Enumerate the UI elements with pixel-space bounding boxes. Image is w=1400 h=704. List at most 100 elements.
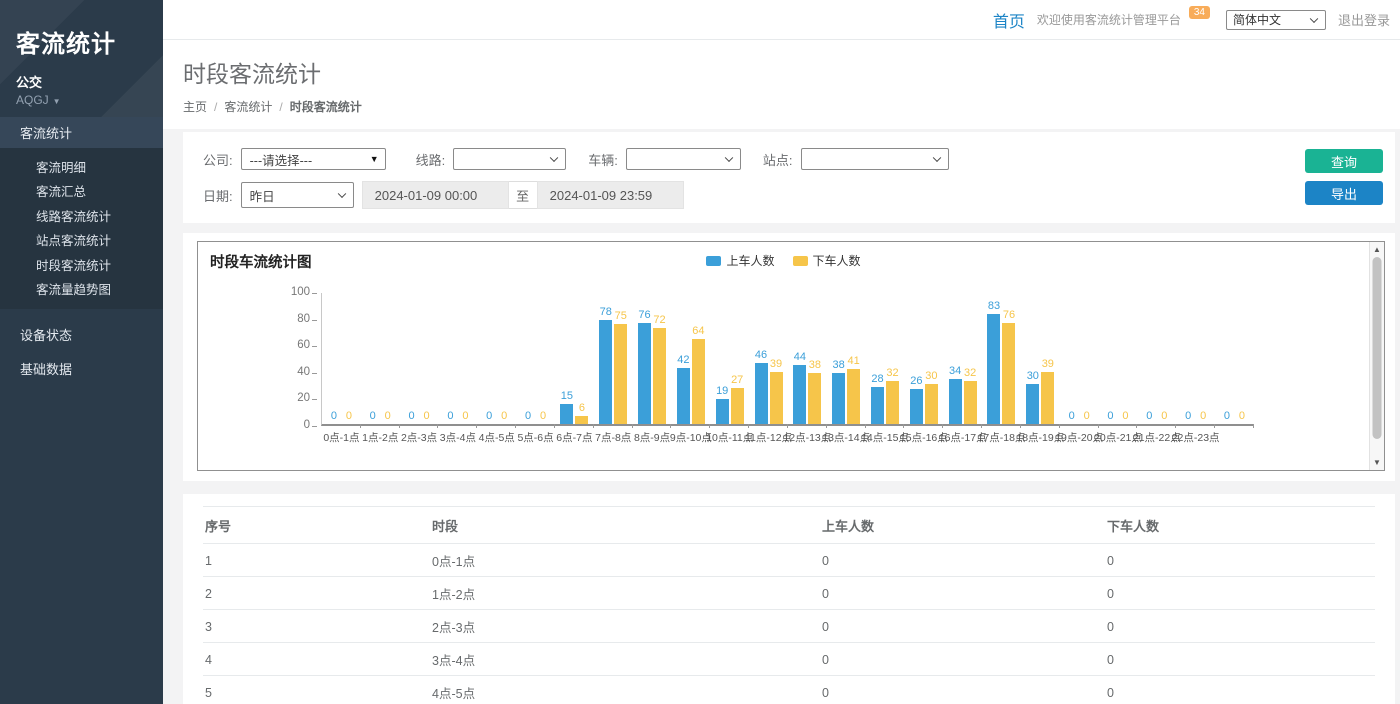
bar-group: 0022点-23点 (1176, 293, 1215, 424)
user-name: AQGJ (16, 93, 49, 107)
table-cell: 0 (1105, 643, 1375, 676)
language-select[interactable]: 简体中文 (1226, 10, 1326, 30)
bar-value-label: 38 (833, 359, 845, 371)
bar: 32 (886, 381, 899, 424)
export-button[interactable]: 导出 (1305, 181, 1383, 205)
bar-value-label: 0 (409, 410, 415, 422)
breadcrumb-home[interactable]: 主页 (183, 98, 207, 115)
sidebar-item-device-status[interactable]: 设备状态 (0, 317, 163, 351)
bar-group: 303918点-19点 (1021, 293, 1060, 424)
bar-value-label: 76 (1003, 309, 1015, 321)
table-cell: 3 (203, 610, 430, 643)
chevron-down-icon (337, 190, 345, 198)
chevron-down-icon (1310, 14, 1318, 22)
bar-value-label: 0 (1239, 410, 1245, 422)
bar-value-label: 0 (1200, 410, 1206, 422)
user-menu[interactable]: AQGJ▼ (16, 93, 149, 107)
bar-group: 003点-4点 (438, 293, 477, 424)
sidebar-subitem[interactable]: 线路客流统计 (0, 203, 163, 228)
sidebar-item-passenger-stats[interactable]: 客流统计 (0, 117, 163, 148)
company-value: ---请选择--- (250, 150, 312, 169)
scroll-down-icon[interactable]: ▼ (1373, 458, 1381, 467)
bar-group: 384113点-14点 (827, 293, 866, 424)
table-panel: 序号时段上车人数下车人数 10点-1点0021点-2点0032点-3点0043点… (183, 494, 1395, 704)
chart-panel: 时段车流统计图 上车人数下车人数 000点-1点001点-2点002点-3点00… (183, 233, 1395, 481)
start-datetime-input[interactable]: 2024-01-09 00:00 (362, 181, 509, 209)
sidebar-subitem[interactable]: 客流量趋势图 (0, 277, 163, 302)
bar-value-label: 0 (447, 410, 453, 422)
sidebar-item-base-data[interactable]: 基础数据 (0, 351, 163, 385)
scrollbar-thumb[interactable] (1373, 257, 1382, 439)
bar-group: 0023点-24点 (1215, 293, 1254, 424)
scroll-up-icon[interactable]: ▲ (1373, 245, 1381, 254)
table-row: 32点-3点00 (203, 610, 1375, 643)
table-cell: 2点-3点 (430, 610, 820, 643)
table-row: 54点-5点00 (203, 676, 1375, 704)
x-axis-label: 1点-2点 (362, 430, 398, 445)
bar-value-label: 0 (501, 410, 507, 422)
legend-label: 下车人数 (813, 252, 861, 269)
date-range-select[interactable]: 昨日 (241, 182, 354, 208)
sidebar-nav: 客流统计 客流明细客流汇总线路客流统计站点客流统计时段客流统计客流量趋势图 设备… (0, 117, 163, 385)
y-axis-label: 80 (198, 313, 310, 325)
bar-value-label: 42 (677, 354, 689, 366)
table-header-cell: 下车人数 (1105, 507, 1375, 544)
submenu: 客流明细客流汇总线路客流统计站点客流统计时段客流统计客流量趋势图 (0, 148, 163, 309)
x-axis-label: 5点-6点 (517, 430, 553, 445)
table-cell: 0 (1105, 544, 1375, 577)
station-select[interactable] (801, 148, 949, 170)
logout-link[interactable]: 退出登录 (1338, 10, 1390, 29)
bar-value-label: 46 (755, 349, 767, 361)
bar-value-label: 78 (600, 306, 612, 318)
bar: 83 (987, 314, 1000, 424)
bar-value-label: 27 (731, 374, 743, 386)
bar-value-label: 26 (910, 375, 922, 387)
bar-group: 443812点-13点 (788, 293, 827, 424)
sidebar-logo-area: 客流统计 公交 AQGJ▼ (0, 0, 163, 117)
page-heading: 时段客流统计 主页 / 客流统计 / 时段客流统计 (163, 40, 1400, 129)
bar-group: 192710点-11点 (710, 293, 749, 424)
sidebar: 客流统计 公交 AQGJ▼ 客流统计 客流明细客流汇总线路客流统计站点客流统计时… (0, 0, 163, 704)
welcome-text: 欢迎使用客流统计管理平台 (1037, 11, 1181, 28)
y-axis-label: 60 (198, 339, 310, 351)
table-cell: 0 (820, 610, 1105, 643)
sidebar-subitem[interactable]: 客流明细 (0, 154, 163, 179)
line-select[interactable] (453, 148, 566, 170)
notification-badge[interactable]: 34 (1189, 6, 1210, 19)
line-label: 线路: (416, 150, 446, 169)
bar-group: 005点-6点 (516, 293, 555, 424)
chevron-down-icon (550, 154, 558, 162)
vehicle-select[interactable] (626, 148, 741, 170)
bar: 39 (770, 372, 783, 424)
bar-group: 343216点-17点 (943, 293, 982, 424)
sidebar-subitem[interactable]: 时段客流统计 (0, 252, 163, 277)
chart-scrollbar[interactable]: ▲ ▼ (1369, 242, 1384, 470)
bar-group: 78757点-8点 (594, 293, 633, 424)
legend-item[interactable]: 下车人数 (793, 252, 861, 269)
bar-value-label: 28 (871, 373, 883, 385)
bar-value-label: 44 (794, 351, 806, 363)
caret-down-icon: ▼ (370, 154, 379, 164)
bar-value-label: 0 (1185, 410, 1191, 422)
table-cell: 0 (820, 577, 1105, 610)
bar: 78 (599, 320, 612, 424)
bar-value-label: 0 (1107, 410, 1113, 422)
bar-group: 002点-3点 (400, 293, 439, 424)
table-cell: 2 (203, 577, 430, 610)
sidebar-section-label: 客流统计 (20, 123, 72, 142)
content: 公司: ---请选择--- ▼ 线路: 车辆: 站点: (163, 129, 1400, 704)
bar-value-label: 0 (1122, 410, 1128, 422)
bar-value-label: 30 (925, 370, 937, 382)
legend-swatch (706, 256, 721, 266)
sidebar-subitem[interactable]: 站点客流统计 (0, 228, 163, 253)
company-select[interactable]: ---请选择--- ▼ (241, 148, 386, 170)
legend-item[interactable]: 上车人数 (706, 252, 774, 269)
sidebar-subitem[interactable]: 客流汇总 (0, 179, 163, 204)
query-button[interactable]: 查询 (1305, 149, 1383, 173)
home-link[interactable]: 首页 (993, 8, 1025, 32)
vehicle-label: 车辆: (588, 150, 618, 169)
breadcrumb-section[interactable]: 客流统计 (224, 98, 272, 115)
chevron-down-icon (725, 154, 733, 162)
end-datetime-input[interactable]: 2024-01-09 23:59 (537, 181, 684, 209)
bar-group: 76728点-9点 (633, 293, 672, 424)
